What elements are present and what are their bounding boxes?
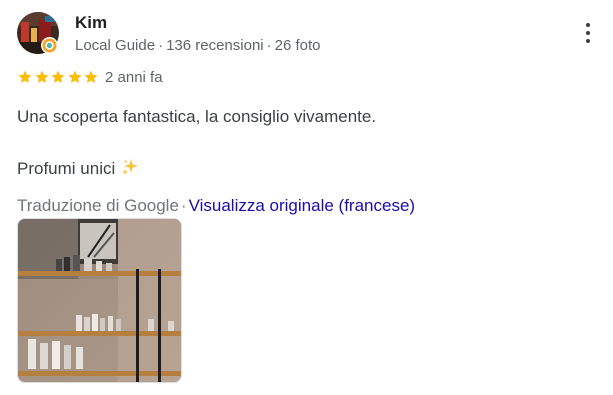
menu-dot [586, 23, 590, 27]
local-guide-badge-icon [41, 37, 58, 54]
review-text-line: Profumi unici [17, 159, 116, 178]
author-meta[interactable]: Local Guide · 136 recensioni · 26 foto [75, 37, 321, 54]
star-icon [51, 70, 65, 83]
review-time: 2 anni fa [105, 69, 163, 86]
author-name[interactable]: Kim [75, 13, 107, 33]
star-rating [17, 69, 100, 85]
view-original-link[interactable]: Visualizza originale (francese) [189, 196, 415, 215]
translation-line: Traduzione di Google · Visualizza original… [17, 196, 415, 216]
star-icon [67, 70, 82, 83]
author-photos-count: 26 foto [274, 37, 321, 54]
star-icon [18, 70, 32, 83]
review-photo[interactable] [17, 218, 182, 383]
author-level: Local Guide [75, 37, 156, 54]
review-photo-image [18, 219, 181, 382]
review-text-2: Profumi unici [17, 158, 139, 181]
star-icon [84, 70, 98, 83]
meta-separator: · [266, 37, 272, 54]
author-reviews-count: 136 recensioni [166, 37, 264, 54]
translation-label: Traduzione di Google [17, 196, 179, 215]
menu-dot [586, 39, 590, 43]
sparkles-icon [121, 158, 139, 181]
review-text: Una scoperta fantastica, la consiglio vi… [17, 107, 377, 126]
translation-separator: · [180, 196, 187, 215]
menu-dot [586, 31, 590, 35]
meta-separator: · [158, 37, 164, 54]
star-icon [34, 70, 49, 83]
more-options-icon[interactable] [578, 20, 598, 46]
